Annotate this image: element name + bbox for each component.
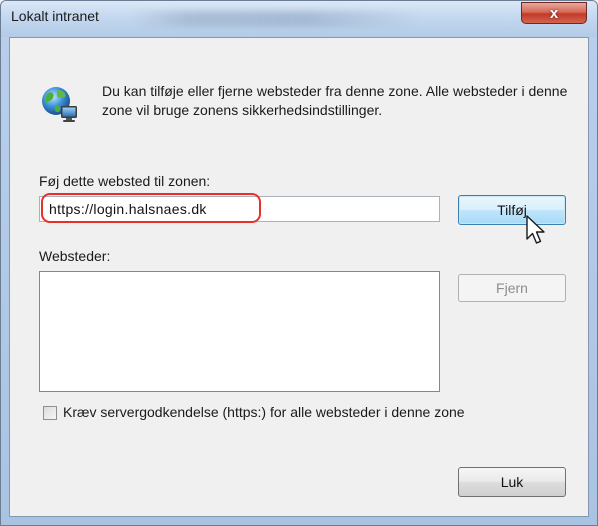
remove-button[interactable]: Fjern	[458, 274, 566, 302]
require-https-label[interactable]: Kræv servergodkendelse (https:) for alle…	[63, 404, 465, 420]
title-bar[interactable]: Lokalt intranet x	[1, 1, 597, 37]
add-site-label: Føj dette websted til zonen:	[39, 173, 211, 189]
close-icon: x	[549, 4, 559, 22]
close-window-button[interactable]: x	[521, 2, 587, 24]
close-button[interactable]: Luk	[458, 467, 566, 497]
websites-list[interactable]	[39, 271, 440, 392]
zone-dialog: Lokalt intranet x Du kan tilføje eller f…	[0, 0, 598, 526]
require-https-checkbox[interactable]	[43, 406, 57, 420]
window-title: Lokalt intranet	[11, 8, 99, 24]
mouse-pointer-icon	[526, 215, 545, 244]
url-highlight-annotation	[41, 193, 261, 223]
zone-description: Du kan tilføje eller fjerne websteder fr…	[102, 83, 568, 118]
title-bar-blur	[131, 11, 421, 27]
websites-label: Websteder:	[39, 248, 111, 264]
globe-monitor-icon	[42, 87, 77, 122]
